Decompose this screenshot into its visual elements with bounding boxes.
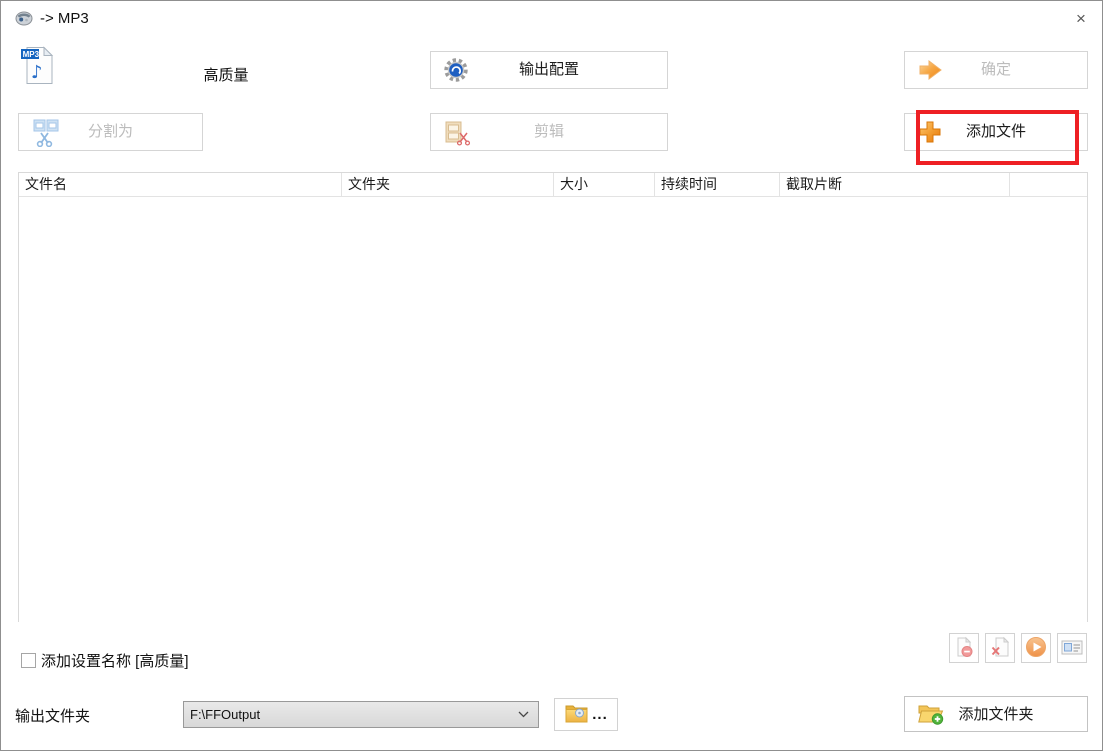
browse-dots-label: ... bbox=[592, 710, 608, 720]
append-setting-row: 添加设置名称 [高质量] bbox=[21, 650, 189, 671]
clip-button[interactable]: 剪辑 bbox=[430, 113, 668, 151]
option-panel-icon bbox=[1060, 635, 1084, 662]
append-setting-label: 添加设置名称 [高质量] bbox=[41, 650, 189, 671]
column-header-duration[interactable]: 持续时间 bbox=[655, 173, 780, 196]
chevron-down-icon bbox=[518, 711, 538, 718]
file-table: 文件名 文件夹 大小 持续时间 截取片断 bbox=[18, 172, 1088, 622]
window-title: -> MP3 bbox=[40, 10, 89, 27]
column-header-size[interactable]: 大小 bbox=[554, 173, 655, 196]
title-bar: -> MP3 × bbox=[1, 1, 1102, 37]
file-table-header: 文件名 文件夹 大小 持续时间 截取片断 bbox=[19, 173, 1087, 197]
split-button[interactable]: 分割为 bbox=[18, 113, 203, 151]
converter-window: -> MP3 × MP3 ♪ 高质量 输出配置 bbox=[0, 0, 1103, 751]
add-folder-button[interactable]: 添加文件夹 bbox=[904, 696, 1088, 732]
app-icon bbox=[15, 10, 33, 26]
gear-icon bbox=[443, 57, 469, 83]
option-panel-button[interactable] bbox=[1057, 633, 1087, 663]
preset-name-label: 高质量 bbox=[151, 64, 301, 85]
column-header-folder[interactable]: 文件夹 bbox=[342, 173, 554, 196]
clear-list-icon bbox=[989, 636, 1011, 661]
file-table-body[interactable] bbox=[19, 197, 1087, 622]
folder-icon bbox=[564, 703, 589, 727]
remove-file-icon bbox=[953, 636, 975, 661]
column-header-clip-range[interactable]: 截取片断 bbox=[780, 173, 1010, 196]
plus-icon bbox=[917, 119, 943, 145]
clear-list-button[interactable] bbox=[985, 633, 1015, 663]
play-button[interactable] bbox=[1021, 633, 1051, 663]
folder-plus-icon bbox=[917, 703, 944, 726]
output-config-button[interactable]: 输出配置 bbox=[430, 51, 668, 89]
split-icon bbox=[31, 117, 61, 147]
close-icon[interactable]: × bbox=[1063, 5, 1099, 33]
clip-icon bbox=[443, 118, 471, 146]
svg-text:MP3: MP3 bbox=[23, 50, 40, 59]
add-files-button[interactable]: 添加文件 bbox=[904, 113, 1088, 151]
remove-file-button[interactable] bbox=[949, 633, 979, 663]
mp3-file-icon: MP3 ♪ bbox=[20, 46, 54, 86]
append-setting-checkbox[interactable] bbox=[21, 653, 36, 668]
output-folder-select[interactable]: F:\FFOutput bbox=[183, 701, 539, 728]
browse-folder-button[interactable]: ... bbox=[554, 698, 618, 731]
output-folder-label: 输出文件夹 bbox=[15, 705, 90, 726]
column-header-filename[interactable]: 文件名 bbox=[19, 173, 342, 196]
ok-button[interactable]: 确定 bbox=[904, 51, 1088, 89]
output-folder-value: F:\FFOutput bbox=[184, 707, 518, 722]
ok-arrow-icon bbox=[917, 58, 945, 82]
column-header-empty bbox=[1010, 173, 1087, 196]
svg-text:♪: ♪ bbox=[31, 62, 43, 83]
play-icon bbox=[1024, 635, 1048, 662]
